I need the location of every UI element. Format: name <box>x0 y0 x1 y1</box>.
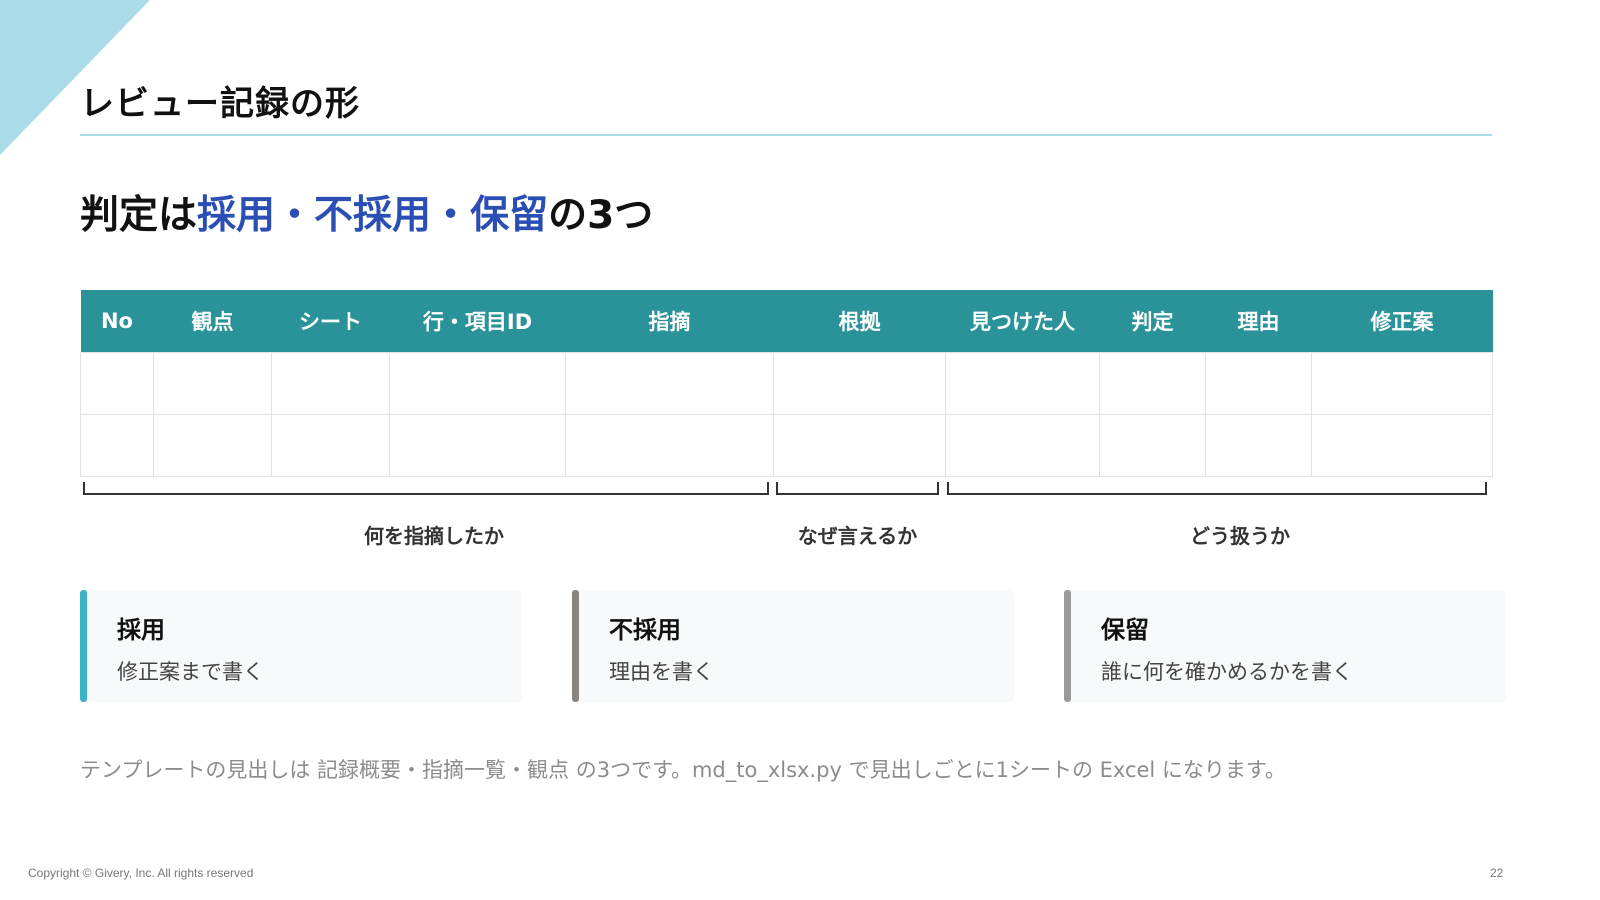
bracket-what <box>83 482 769 495</box>
table-cell <box>1311 352 1493 415</box>
bracket-why <box>776 482 939 495</box>
header-finder: 見つけた人 <box>945 290 1100 353</box>
table-cell <box>80 352 154 415</box>
card-title: 不採用 <box>609 616 681 644</box>
page-number: 22 <box>1490 866 1504 880</box>
header-reason: 理由 <box>1205 290 1312 353</box>
card-hold: 保留 誰に何を確かめるかを書く <box>1064 590 1506 702</box>
table-cell <box>271 414 390 477</box>
table-cell <box>80 414 154 477</box>
header-viewpoint: 観点 <box>153 290 272 353</box>
table-cell <box>153 414 272 477</box>
group-label-how: どう扱うか <box>1190 524 1290 548</box>
card-title: 採用 <box>117 616 165 644</box>
card-reject: 不採用 理由を書く <box>572 590 1014 702</box>
table-row <box>80 414 1493 477</box>
headline-separator: ・ <box>431 193 471 238</box>
title-divider <box>80 134 1492 136</box>
table-cell <box>1205 352 1312 415</box>
copyright-text: Copyright © Givery, Inc. All rights rese… <box>28 866 254 880</box>
card-accent-bar <box>572 590 579 702</box>
headline-suffix: の3つ <box>548 193 654 238</box>
bracket-how <box>947 482 1487 495</box>
table-cell <box>773 352 946 415</box>
headline-accent-adopt: 採用 <box>197 193 276 238</box>
table-cell <box>389 352 566 415</box>
header-row-item-id: 行・項目ID <box>389 290 566 353</box>
group-label-what: 何を指摘したか <box>364 524 504 548</box>
group-label-why: なぜ言えるか <box>797 524 918 548</box>
header-judgement: 判定 <box>1099 290 1206 353</box>
card-title: 保留 <box>1101 616 1149 644</box>
header-finding: 指摘 <box>565 290 774 353</box>
table-cell <box>1099 352 1206 415</box>
card-description: 修正案まで書く <box>117 660 264 684</box>
header-no: No <box>80 290 154 353</box>
table-cell <box>1311 414 1493 477</box>
page-title: レビュー記録の形 <box>80 84 360 124</box>
header-evidence: 根拠 <box>773 290 946 353</box>
card-accent-bar <box>80 590 87 702</box>
table-cell <box>1099 414 1206 477</box>
card-accent-bar <box>1064 590 1071 702</box>
table-cell <box>565 414 774 477</box>
table-cell <box>1205 414 1312 477</box>
table-cell <box>945 414 1100 477</box>
headline: 判定は採用・不採用・保留の3つ <box>80 184 653 240</box>
table-row <box>80 352 1493 415</box>
table-cell <box>271 352 390 415</box>
header-sheet: シート <box>271 290 390 353</box>
card-adopt: 採用 修正案まで書く <box>80 590 522 702</box>
headline-accent-reject: 不採用 <box>314 193 432 238</box>
headline-prefix: 判定は <box>80 193 198 238</box>
table-cell <box>153 352 272 415</box>
review-record-table: No 観点 シート 行・項目ID 指摘 根拠 見つけた人 判定 理由 修正案 <box>80 290 1493 477</box>
card-description: 誰に何を確かめるかを書く <box>1101 660 1353 684</box>
template-note: テンプレートの見出しは 記録概要・指摘一覧・観点 の3つです。md_to_xls… <box>80 758 1286 782</box>
headline-accent-hold: 保留 <box>470 193 549 238</box>
headline-separator: ・ <box>275 193 315 238</box>
table-cell <box>773 414 946 477</box>
card-description: 理由を書く <box>609 660 714 684</box>
header-fix-proposal: 修正案 <box>1311 290 1493 353</box>
table-cell <box>389 414 566 477</box>
table-header-row: No 観点 シート 行・項目ID 指摘 根拠 見つけた人 判定 理由 修正案 <box>80 290 1493 353</box>
table-cell <box>565 352 774 415</box>
table-cell <box>945 352 1100 415</box>
